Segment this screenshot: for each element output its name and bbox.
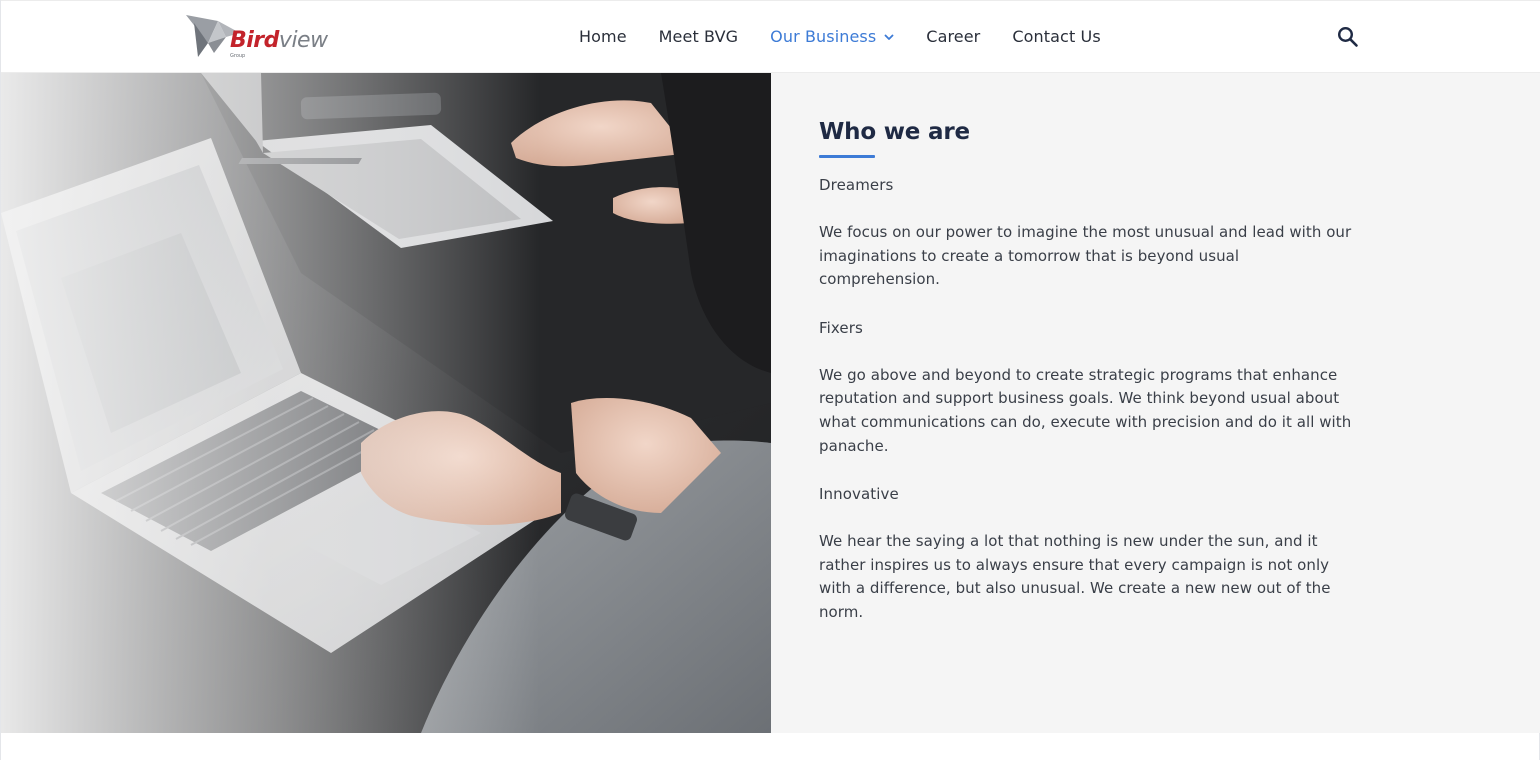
nav-our-business[interactable]: Our Business [770, 26, 894, 48]
nav-meet-bvg[interactable]: Meet BVG [659, 26, 738, 48]
laptop-photo [1, 73, 771, 733]
nav-contact-us-label: Contact Us [1012, 27, 1101, 46]
page: Birdview Group Home Meet BVG Our Busines… [0, 0, 1540, 760]
nav-meet-bvg-label: Meet BVG [658, 27, 739, 46]
who-we-are-content: Who we are Dreamers We focus on our powe… [819, 117, 1359, 625]
section-text-innovative: We hear the saying a lot that nothing is… [819, 532, 1331, 621]
nav-home-label: Home [579, 27, 627, 46]
section-heading-fixers: Fixers [819, 318, 863, 337]
search-icon [1337, 26, 1358, 47]
nav-career-label: Career [926, 27, 981, 46]
nav-home[interactable]: Home [579, 26, 627, 48]
brand-subtitle: Group [230, 53, 246, 59]
search-button[interactable] [1337, 26, 1359, 48]
section-text-fixers: We go above and beyond to create strateg… [819, 365, 1352, 455]
nav-career[interactable]: Career [926, 26, 980, 48]
brand-logo[interactable]: Birdview Group [184, 13, 329, 63]
section-heading-dreamers: Dreamers [819, 176, 894, 194]
nav-our-business-label: Our Business [770, 27, 877, 46]
chevron-down-icon [884, 34, 894, 40]
title-underline [819, 155, 875, 158]
main-nav: Home Meet BVG Our Business Career Contac… [579, 26, 1133, 48]
brand-wordmark: Birdview [230, 28, 328, 53]
section-heading-innovative: Innovative [819, 485, 899, 504]
section-title: Who we are [819, 119, 970, 145]
who-we-are-panel: Who we are Dreamers We focus on our powe… [771, 73, 1540, 733]
section-text-dreamers: We focus on our power to imagine the mos… [819, 223, 1352, 289]
hero-image [1, 73, 771, 733]
site-header: Birdview Group Home Meet BVG Our Busines… [1, 0, 1540, 73]
nav-contact-us[interactable]: Contact Us [1012, 26, 1100, 48]
